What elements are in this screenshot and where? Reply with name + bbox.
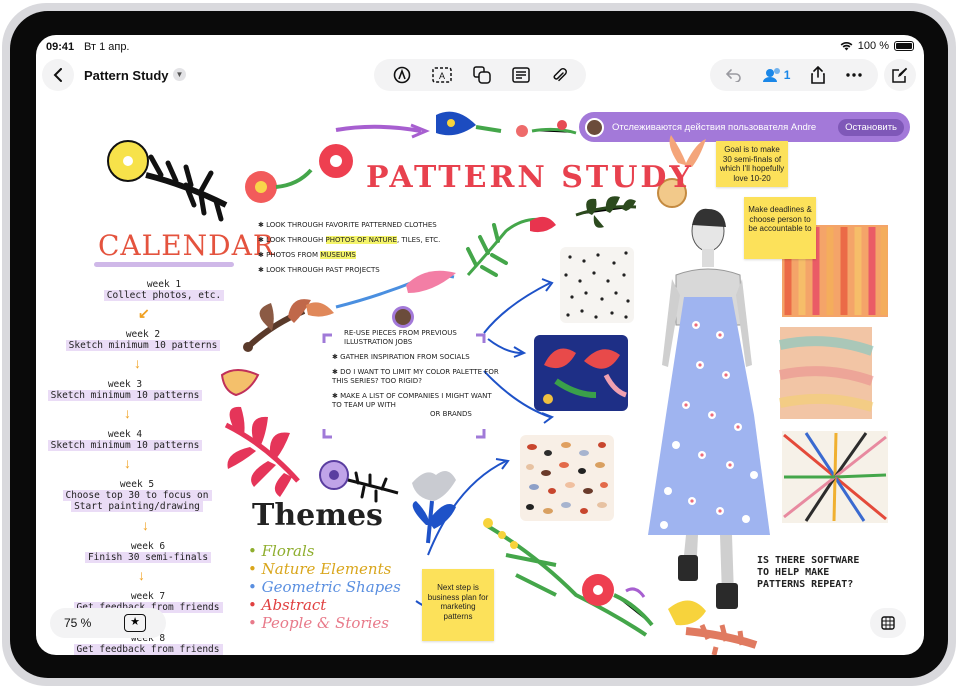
down-arrow-icon: ↓ [124,405,131,421]
yellow-flower-illustration [107,140,228,222]
note-item: ✱ MAKE A LIST OF COMPANIES I MIGHT WANT [332,392,492,400]
confetti-pattern-tile [520,435,614,521]
sticky-note[interactable]: Goal is to make 30 semi-finals of which … [716,141,788,187]
down-arrow-icon: ↙ [138,305,150,321]
calendar-title[interactable]: CALENDAR [98,229,275,262]
question-note[interactable]: IS THERE SOFTWARE TO HELP MAKE PATTERNS … [757,555,877,591]
sticky-note[interactable]: Next step is business plan for marketing… [422,569,494,641]
note-item: ✱ LOOK THROUGH PHOTOS OF NATURE, TILES, … [258,236,441,244]
fashion-figure-illustration [648,208,770,609]
note-item: TO TEAM UP WITH [332,401,396,409]
week-task: Finish 30 semi-finals [84,552,212,563]
week-label: week 4 [107,429,143,440]
star-icon[interactable]: ★ [124,614,146,632]
week-label: week 7 [130,591,166,602]
pink-leaf-illustration [220,369,300,497]
grid-icon [881,616,895,630]
grid-view-button[interactable] [870,608,906,638]
pastel-painting [778,327,874,419]
sticky-note[interactable]: Make deadlines & choose person to be acc… [744,197,816,259]
calendar-underline [94,262,234,267]
zoom-level[interactable]: 75 % [64,616,124,630]
week-label: week 3 [107,379,143,390]
week-task: Start painting/drawing [71,501,203,512]
calendar-week[interactable]: week 2 Sketch minimum 10 patterns [56,329,230,351]
note-item: ILLUSTRATION JOBS [344,338,413,346]
note-item: ✱ GATHER INSPIRATION FROM SOCIALS [332,353,470,361]
week-label: week 6 [130,541,166,552]
week-task: Get feedback from friends [73,644,223,655]
theme-item[interactable]: • Abstract [248,596,326,614]
down-arrow-icon: ↓ [138,567,145,583]
down-arrow-icon: ↓ [134,355,141,371]
down-arrow-icon: ↓ [124,455,131,471]
purple-flower-illustration [319,460,399,503]
week-task: Choose top 30 to focus on [62,490,212,501]
screen: 09:41 Вт 1 апр. 100 % Pattern Study ▼ A [36,35,924,655]
theme-item[interactable]: • Nature Elements [248,560,391,578]
themes-title[interactable]: Themes [252,498,383,533]
red-flower-illustration [245,168,313,203]
week-task: Sketch minimum 10 patterns [47,390,203,401]
tulip-pattern-tile [534,335,628,411]
calendar-week[interactable]: week 5 Choose top 30 to focus on Start p… [54,479,220,512]
note-item: ✱ DO I WANT TO LIMIT MY COLOR PALETTE FO… [332,368,499,376]
week-label: week 1 [146,279,182,290]
theme-item[interactable]: • Florals [248,542,314,560]
note-item: ✱ LOOK THROUGH PAST PROJECTS [258,266,380,274]
sunburst-painting [782,431,888,523]
down-arrow-icon: ↓ [142,517,149,533]
week-task: Sketch minimum 10 patterns [65,340,221,351]
notes-list[interactable]: ✱ LOOK THROUGH FAVORITE PATTERNED CLOTHE… [258,221,440,275]
idea-notes[interactable]: RE-USE PIECES FROM PREVIOUS ILLUSTRATION… [332,329,512,419]
note-item: ✱ LOOK THROUGH FAVORITE PATTERNED CLOTHE… [258,221,437,229]
theme-item[interactable]: • Geometric Shapes [248,578,401,596]
dot-pattern-tile [560,247,634,323]
zoom-control[interactable]: 75 % ★ [50,608,166,638]
week-task: Sketch minimum 10 patterns [47,440,203,451]
theme-item[interactable]: • People & Stories [248,614,389,632]
note-item: OR BRANDS [430,410,472,418]
week-task: Collect photos, etc. [103,290,225,301]
bottom-flowers-illustration [483,518,758,655]
note-item: THIS SERIES? TOO RIGID? [332,377,422,385]
branch-illustration [243,299,334,352]
calendar-week[interactable]: week 3 Sketch minimum 10 patterns [38,379,212,401]
collaborator-cursor [392,306,414,328]
week-label: week 5 [119,479,155,490]
grey-flower-illustration [412,471,456,544]
calendar-week[interactable]: week 6 Finish 30 semi-finals [76,541,220,563]
calendar-week[interactable]: week 4 Sketch minimum 10 patterns [38,429,212,451]
note-item: RE-USE PIECES FROM PREVIOUS [344,329,457,337]
note-item: ✱ PHOTOS FROM MUSEUMS [258,251,356,259]
calendar-week[interactable]: week 1 Collect photos, etc. [94,279,234,301]
week-label: week 2 [125,329,161,340]
board-heading[interactable]: PATTERN STUDY [366,160,694,195]
